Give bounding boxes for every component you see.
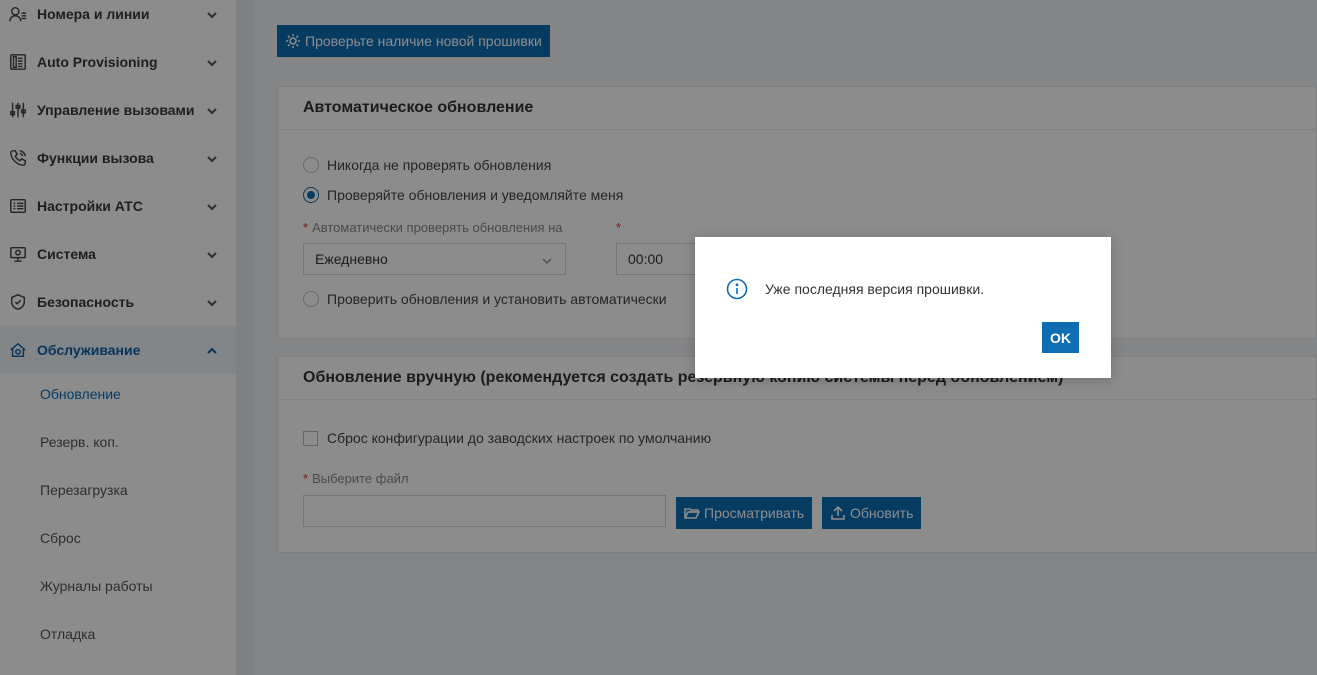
info-icon [726,278,748,300]
modal-overlay[interactable] [0,0,1317,675]
firmware-info-dialog: Уже последняя версия прошивки. OK [695,237,1111,378]
dialog-message: Уже последняя версия прошивки. [765,281,985,297]
ok-button[interactable]: OK [1042,322,1079,353]
